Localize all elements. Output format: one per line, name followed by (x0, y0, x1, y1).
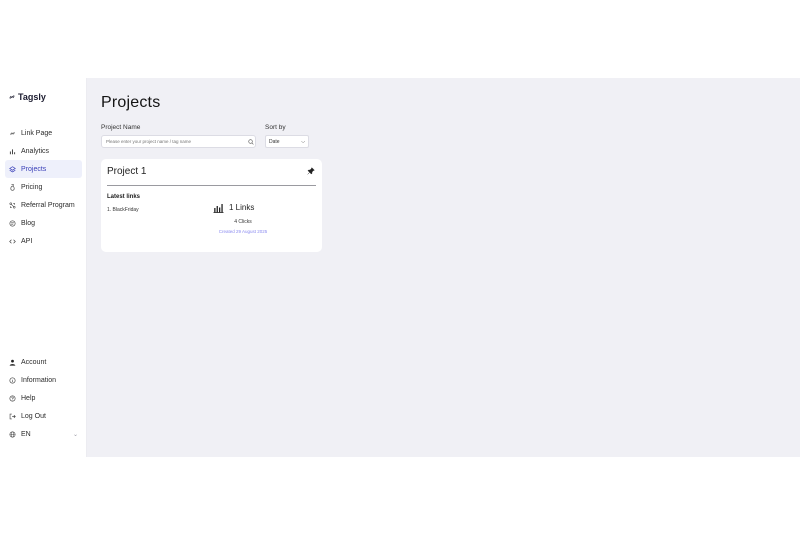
chevron-down-icon: ⌵ (301, 138, 305, 145)
sidebar-item-label: Account (21, 358, 47, 366)
page-title: Projects (101, 94, 161, 111)
link-logo-icon (9, 95, 15, 99)
chevron-down-icon: ⌄ (72, 431, 78, 438)
language-label: EN (21, 430, 31, 438)
project-name-label: Project Name (101, 124, 141, 131)
logo-text: Tagsly (18, 92, 46, 102)
money-bag-icon (10, 183, 15, 191)
sidebar-item-label: Analytics (21, 147, 50, 155)
search-icon[interactable] (248, 138, 254, 145)
sidebar-item-label: Help (21, 394, 36, 402)
sidebar-item-analytics[interactable]: Analytics (5, 142, 82, 160)
sidebar-item-blog[interactable]: Blog (5, 214, 82, 232)
language-selector[interactable]: EN ⌄ (5, 425, 82, 443)
sidebar-bottom-nav: Account Information Help Log Out EN ⌄ (5, 353, 82, 443)
sidebar-item-label: API (21, 237, 33, 245)
main-content: Projects Project Name Sort by Date ⌵ Pro… (87, 78, 800, 457)
sidebar-item-link-page[interactable]: Link Page (5, 124, 82, 142)
info-icon (9, 377, 16, 383)
project-search-input[interactable] (102, 138, 248, 145)
sidebar-item-label: Log Out (21, 412, 46, 420)
sidebar: Tagsly Link Page Analytics Projects Pric… (0, 78, 87, 457)
created-date: Created 29 August 2025 (218, 229, 268, 234)
sidebar-item-label: Information (21, 376, 57, 384)
sidebar-item-api[interactable]: API (5, 232, 82, 250)
sidebar-item-label: Referral Program (21, 201, 75, 209)
sidebar-item-referral-program[interactable]: Referral Program (5, 196, 82, 214)
sidebar-item-label: Projects (21, 165, 47, 173)
sidebar-item-label: Link Page (21, 129, 53, 137)
project-card[interactable]: Project 1 Latest links 1. BlackFriday 1 … (101, 159, 322, 252)
share-icon (9, 202, 16, 208)
pin-icon[interactable] (307, 167, 315, 175)
code-icon (9, 239, 16, 243)
sidebar-nav: Link Page Analytics Projects Pricing Ref… (5, 124, 82, 250)
sidebar-item-pricing[interactable]: Pricing (5, 178, 82, 196)
sidebar-item-account[interactable]: Account (5, 353, 82, 371)
sidebar-item-help[interactable]: Help (5, 389, 82, 407)
sort-by-label: Sort by (265, 124, 286, 131)
sidebar-item-projects[interactable]: Projects (5, 160, 82, 178)
sort-by-value: Date (269, 138, 280, 145)
sidebar-item-log-out[interactable]: Log Out (5, 407, 82, 425)
user-icon (9, 359, 16, 366)
project-card-title: Project 1 (107, 166, 147, 177)
sidebar-item-label: Blog (21, 219, 36, 227)
globe-icon (9, 431, 16, 437)
blog-icon (9, 220, 16, 226)
logo[interactable]: Tagsly (8, 92, 46, 102)
app-window: Tagsly Link Page Analytics Projects Pric… (0, 78, 800, 457)
layers-icon (9, 165, 16, 172)
logout-icon (9, 413, 16, 419)
link-icon (10, 131, 15, 135)
bar-chart-icon (9, 148, 16, 154)
stats-chart-icon (213, 204, 224, 213)
sidebar-item-information[interactable]: Information (5, 371, 82, 389)
help-icon (9, 395, 16, 401)
sort-by-select[interactable]: Date ⌵ (265, 135, 309, 148)
latest-link-item[interactable]: 1. BlackFriday (107, 207, 139, 213)
sidebar-item-label: Pricing (21, 183, 43, 191)
clicks-count: 4 Clicks (234, 219, 252, 225)
project-search-box (101, 135, 256, 148)
card-divider (107, 185, 316, 186)
links-count: 1 Links (229, 203, 255, 212)
latest-links-heading: Latest links (107, 194, 141, 200)
